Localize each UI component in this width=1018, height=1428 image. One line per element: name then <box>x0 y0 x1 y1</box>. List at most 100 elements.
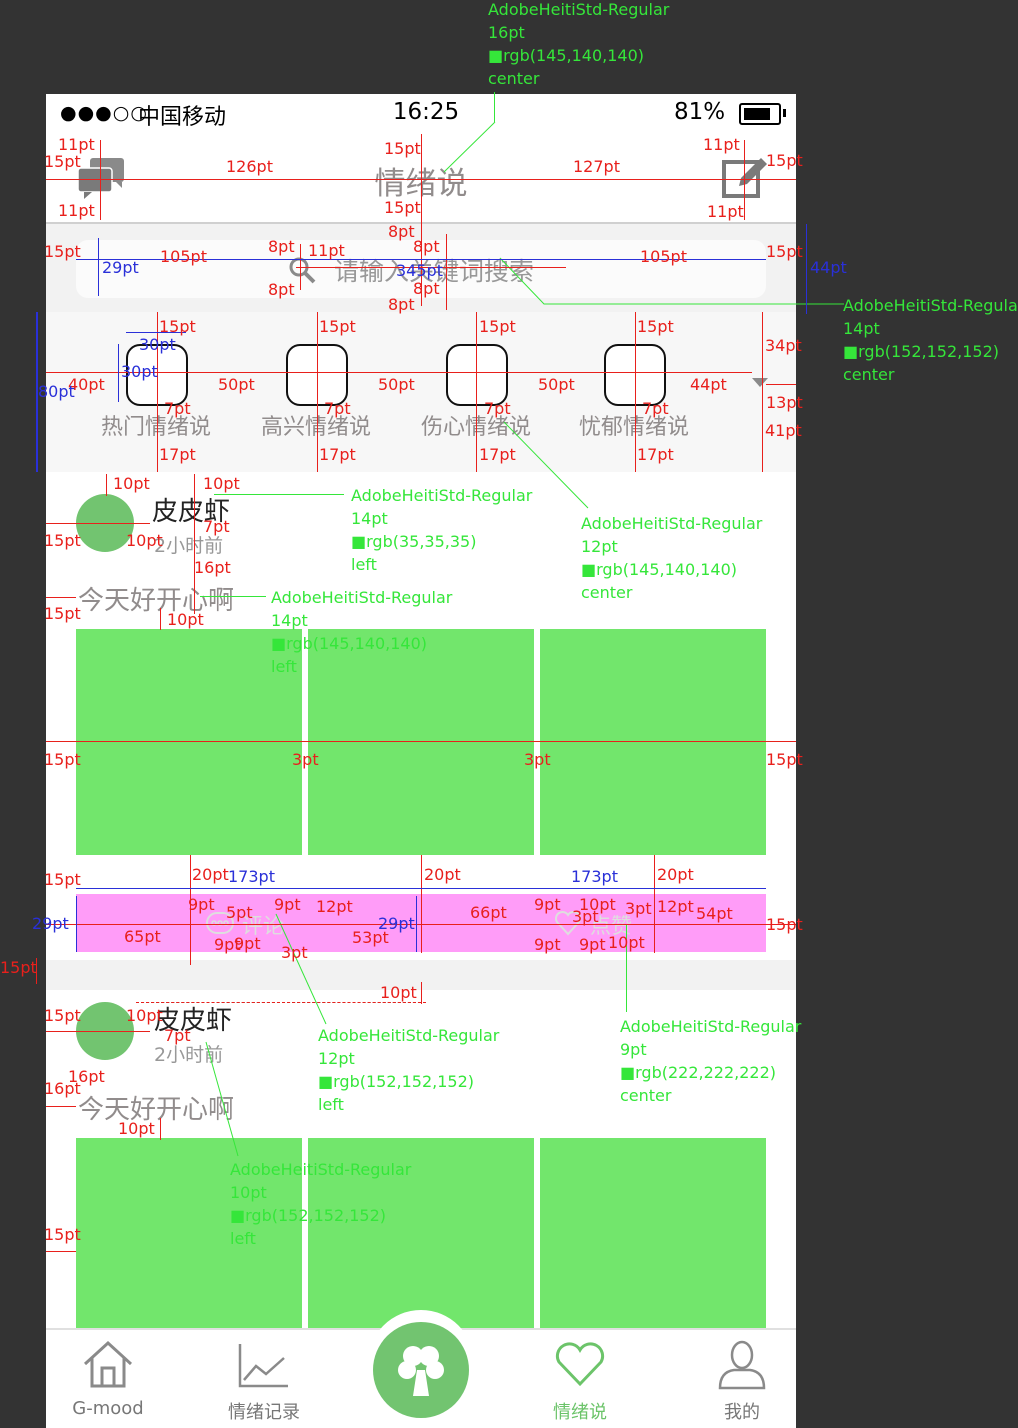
chat-bubbles-icon[interactable] <box>76 156 126 200</box>
center-action-button[interactable] <box>373 1322 469 1418</box>
measure-guide-line <box>654 855 655 953</box>
measure-guide-line <box>766 384 796 385</box>
measure-guide-line <box>762 312 763 472</box>
tab-mood-talk[interactable]: 情绪说 <box>518 1330 643 1428</box>
compose-icon[interactable] <box>721 154 769 200</box>
measurement-label: 15pt <box>0 958 37 977</box>
measurement-label: 8pt <box>268 237 295 256</box>
tab-home[interactable]: G-mood <box>46 1330 171 1428</box>
measurement-label: 105pt <box>160 247 207 266</box>
measurement-label: 10pt <box>380 983 417 1002</box>
tab-mood-record[interactable]: 情绪记录 <box>202 1330 327 1428</box>
measurement-label: 20pt <box>424 865 461 884</box>
measurement-label: 54pt <box>696 904 733 923</box>
measurement-label: 15pt <box>44 870 81 889</box>
measurement-label: 15pt <box>44 531 81 550</box>
spec-text: 12pt <box>581 537 618 556</box>
spec-callout: AdobeHeitiStd-Regular 12pt ■rgb(145,140,1… <box>581 512 762 604</box>
measurement-label: 3pt <box>281 943 308 962</box>
spec-text: ■rgb(145,140,140) <box>271 634 428 653</box>
measurement-label: 15pt <box>44 750 81 769</box>
category-label-happy[interactable]: 高兴情绪说 <box>246 409 386 441</box>
measurement-label: 15pt <box>44 1225 81 1244</box>
category-icon-sad[interactable] <box>446 344 508 406</box>
measurement-label: 173pt <box>571 867 618 886</box>
measurement-label: 30pt <box>139 335 176 354</box>
measurement-label: 10pt <box>167 610 204 629</box>
spec-text: AdobeHeitiStd-Regular <box>843 296 1018 315</box>
measure-guide-line <box>214 494 344 495</box>
measurement-label: 12pt <box>316 897 353 916</box>
measure-guide-line <box>160 608 161 630</box>
measurement-label: 44pt <box>810 258 847 277</box>
spec-text: ■rgb(152,152,152) <box>843 342 1000 361</box>
measurement-label: 20pt <box>192 865 229 884</box>
category-label-hot[interactable]: 热门情绪说 <box>86 409 226 441</box>
measurement-label: 12pt <box>657 897 694 916</box>
spec-callout: AdobeHeitiStd-Regular 10pt ■rgb(152,152,1… <box>230 1158 411 1250</box>
measurement-label: 50pt <box>218 375 255 394</box>
spec-text: ■rgb(145,140,140) <box>488 46 645 65</box>
spec-text: AdobeHeitiStd-Regular <box>488 0 670 19</box>
measurement-label: 3pt <box>572 907 599 926</box>
measure-guide-line <box>446 234 447 310</box>
measure-guide-line <box>205 1041 239 1157</box>
post-photo[interactable] <box>540 1138 766 1338</box>
measurement-label: 29pt <box>32 914 69 933</box>
measurement-label: 7pt <box>164 1026 191 1045</box>
spec-text: ■rgb(152,152,152) <box>230 1206 387 1225</box>
measurement-label: 41pt <box>765 421 802 440</box>
measure-guide-line <box>46 597 76 598</box>
measurement-label: 44pt <box>690 375 727 394</box>
spec-text: ■rgb(222,222,222) <box>620 1063 777 1082</box>
measurement-label: 345pt <box>396 261 443 280</box>
measurement-label: 29pt <box>378 914 415 933</box>
measurement-label: 9pt <box>534 935 561 954</box>
measure-guide-line <box>635 312 636 472</box>
measurement-label: 15pt <box>44 604 81 623</box>
measurement-label: 16pt <box>194 558 231 577</box>
measurement-label: 173pt <box>228 867 275 886</box>
clover-icon <box>395 1342 447 1398</box>
spec-text: 14pt <box>271 611 308 630</box>
measurement-label: 3pt <box>625 899 652 918</box>
measure-guide-line <box>503 421 589 509</box>
measurement-label: 15pt <box>319 317 356 336</box>
measure-guide-line <box>744 140 745 220</box>
measurement-label: 15pt <box>384 198 421 217</box>
measurement-label: 15pt <box>159 317 196 336</box>
measure-guide-line <box>46 1106 76 1107</box>
measure-guide-line <box>275 913 327 1025</box>
measurement-label: 8pt <box>268 280 295 299</box>
measure-guide-line <box>76 888 766 889</box>
measure-guide-line <box>98 238 99 296</box>
spec-text: rgb(152,152,152) <box>245 1206 387 1225</box>
spec-text: left <box>271 657 297 676</box>
measurement-label: 9pt <box>188 895 215 914</box>
measurement-label: 10pt <box>608 933 645 952</box>
measurement-label: 17pt <box>479 445 516 464</box>
expand-arrow-icon[interactable] <box>752 378 768 387</box>
measure-guide-line <box>476 312 477 472</box>
person-icon <box>716 1340 768 1390</box>
measurement-label: 9pt <box>579 935 606 954</box>
measurement-label: 3pt <box>524 750 551 769</box>
measurement-label: 15pt <box>766 750 803 769</box>
measurement-label: 8pt <box>388 295 415 314</box>
spec-text: left <box>351 555 377 574</box>
measure-guide-line <box>443 121 496 173</box>
status-bar: ●●●○○ 中国移动 16:25 81% <box>46 94 796 134</box>
tab-profile[interactable]: 我的 <box>680 1330 796 1428</box>
measurement-label: 66pt <box>470 903 507 922</box>
post-photo[interactable] <box>540 629 766 855</box>
measurement-label: 10pt <box>126 531 163 550</box>
heart-icon <box>554 1342 606 1388</box>
measurement-label: 127pt <box>573 157 620 176</box>
spec-callout: AdobeHeitiStd-Regular 16pt ■rgb(145,140,1… <box>488 0 669 90</box>
measurement-label: 30pt <box>121 362 158 381</box>
measurement-label: 15pt <box>384 139 421 158</box>
measurement-label: 3pt <box>292 750 319 769</box>
post-photo[interactable] <box>76 629 302 855</box>
measurement-label: 15pt <box>766 915 803 934</box>
spec-text: 12pt <box>318 1049 355 1068</box>
